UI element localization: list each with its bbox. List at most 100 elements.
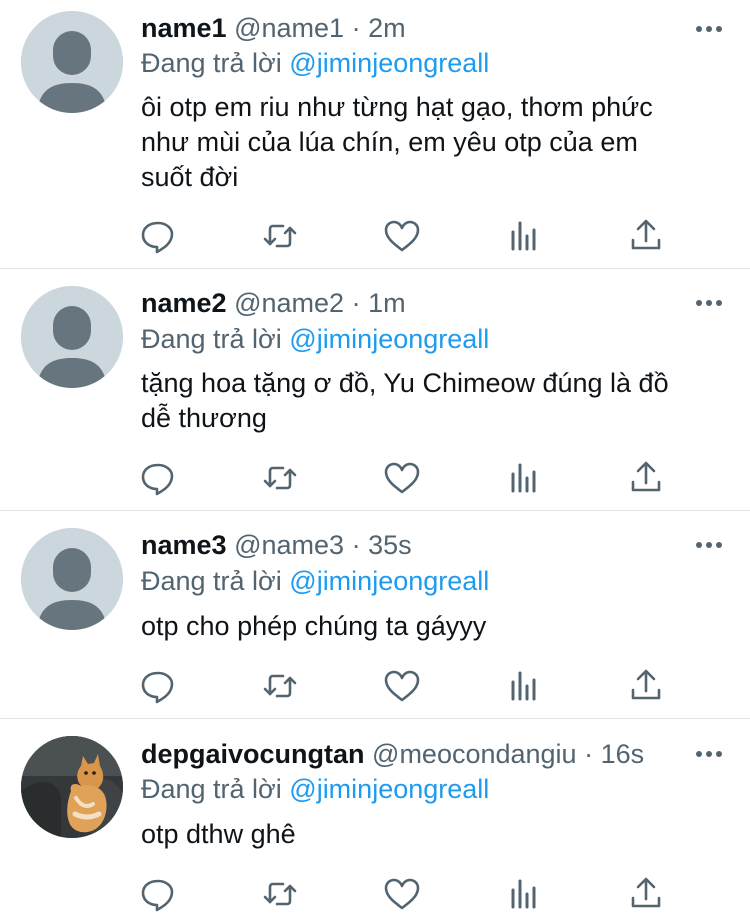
replying-to-handle[interactable]: @jiminjeongreall <box>289 48 489 78</box>
retweet-button[interactable] <box>260 874 300 914</box>
user-handle[interactable]: @meocondangiu <box>372 739 577 769</box>
separator-dot: · <box>351 288 361 318</box>
reply-icon <box>141 671 174 704</box>
replying-to: Đang trả lời @jiminjeongreall <box>141 44 489 82</box>
tweet-text-line: otp cho phép chúng ta gáyyy <box>141 611 487 641</box>
replying-to: Đang trả lời @jiminjeongreall <box>141 770 489 808</box>
timestamp[interactable]: 16s <box>601 739 645 769</box>
analytics-icon <box>511 671 536 701</box>
views-button[interactable] <box>504 666 544 706</box>
retweet-icon <box>263 882 297 906</box>
reply-icon <box>141 463 174 496</box>
avatar[interactable] <box>21 736 123 838</box>
share-icon <box>631 219 661 250</box>
reply-button[interactable] <box>138 666 178 706</box>
reply-button[interactable] <box>138 216 178 256</box>
tweet-header: name2 @name2 · 1m <box>141 283 406 323</box>
replying-to-handle[interactable]: @jiminjeongreall <box>289 774 489 804</box>
tweet-text: ôi otp em riu như từng hạt gạo, thơm phứ… <box>141 90 726 195</box>
retweet-button[interactable] <box>260 458 300 498</box>
tweet-text-line: suốt đời <box>141 162 239 192</box>
display-name[interactable]: name2 <box>141 288 227 318</box>
like-button[interactable] <box>382 458 422 498</box>
tweet-4[interactable]: depgaivocungtan @meocondangiu · 16s Đang… <box>0 719 750 918</box>
replying-to-label: Đang trả lời <box>141 48 282 78</box>
more-options-button[interactable] <box>694 535 724 555</box>
default-avatar-icon <box>21 286 123 388</box>
share-icon <box>631 877 661 908</box>
analytics-icon <box>511 463 536 493</box>
tweet-text-line: ôi otp em riu như từng hạt gạo, thơm phứ… <box>141 92 653 122</box>
more-options-button[interactable] <box>694 744 724 764</box>
cat-photo-avatar-icon <box>21 736 123 838</box>
tweet-2[interactable]: name2 @name2 · 1m Đang trả lời @jiminjeo… <box>0 269 750 510</box>
tweet-text-line: otp dthw ghê <box>141 819 296 849</box>
tweet-text: otp dthw ghê <box>141 817 726 852</box>
timestamp[interactable]: 1m <box>368 288 406 318</box>
views-button[interactable] <box>504 874 544 914</box>
views-button[interactable] <box>504 458 544 498</box>
default-avatar-icon <box>21 11 123 113</box>
tweet-header: depgaivocungtan @meocondangiu · 16s <box>141 734 644 774</box>
display-name[interactable]: name1 <box>141 13 227 43</box>
more-horizontal-icon <box>696 542 722 548</box>
more-horizontal-icon <box>696 300 722 306</box>
views-button[interactable] <box>504 216 544 256</box>
replying-to-label: Đang trả lời <box>141 324 282 354</box>
action-bar <box>0 216 750 256</box>
share-button[interactable] <box>626 666 666 706</box>
share-icon <box>631 669 661 700</box>
action-bar <box>0 458 750 498</box>
share-button[interactable] <box>626 458 666 498</box>
action-bar <box>0 874 750 914</box>
replying-to: Đang trả lời @jiminjeongreall <box>141 320 489 358</box>
replying-to: Đang trả lời @jiminjeongreall <box>141 562 489 600</box>
more-options-button[interactable] <box>694 293 724 313</box>
like-button[interactable] <box>382 666 422 706</box>
reply-icon <box>141 221 174 254</box>
display-name[interactable]: depgaivocungtan <box>141 739 365 769</box>
tweet-1[interactable]: name1 @name1 · 2m Đang trả lời @jiminjeo… <box>0 0 750 268</box>
user-handle[interactable]: @name3 <box>234 530 344 560</box>
tweet-text-line: dễ thương <box>141 403 267 433</box>
reply-icon <box>141 879 174 912</box>
tweet-text: tặng hoa tặng ơ đồ, Yu Chimeow đúng là đ… <box>141 366 726 436</box>
timestamp[interactable]: 35s <box>368 530 412 560</box>
more-horizontal-icon <box>696 751 722 757</box>
display-name[interactable]: name3 <box>141 530 227 560</box>
heart-icon <box>384 878 420 910</box>
analytics-icon <box>511 879 536 909</box>
replying-to-label: Đang trả lời <box>141 566 282 596</box>
separator-dot: · <box>351 530 361 560</box>
reply-button[interactable] <box>138 458 178 498</box>
avatar[interactable] <box>21 286 123 388</box>
timestamp[interactable]: 2m <box>368 13 406 43</box>
user-handle[interactable]: @name2 <box>234 288 344 318</box>
tweet-header: name1 @name1 · 2m <box>141 8 406 48</box>
share-button[interactable] <box>626 216 666 256</box>
heart-icon <box>384 670 420 702</box>
action-bar <box>0 666 750 706</box>
like-button[interactable] <box>382 874 422 914</box>
more-options-button[interactable] <box>694 19 724 39</box>
retweet-button[interactable] <box>260 216 300 256</box>
user-handle[interactable]: @name1 <box>234 13 344 43</box>
retweet-icon <box>263 674 297 698</box>
retweet-icon <box>263 466 297 490</box>
retweet-button[interactable] <box>260 666 300 706</box>
default-avatar-icon <box>21 528 123 630</box>
replying-to-handle[interactable]: @jiminjeongreall <box>289 566 489 596</box>
avatar[interactable] <box>21 528 123 630</box>
replying-to-handle[interactable]: @jiminjeongreall <box>289 324 489 354</box>
avatar[interactable] <box>21 11 123 113</box>
tweet-3[interactable]: name3 @name3 · 35s Đang trả lời @jiminje… <box>0 511 750 718</box>
heart-icon <box>384 220 420 252</box>
like-button[interactable] <box>382 216 422 256</box>
tweet-header: name3 @name3 · 35s <box>141 525 412 565</box>
share-button[interactable] <box>626 874 666 914</box>
reply-button[interactable] <box>138 874 178 914</box>
separator-dot: · <box>351 13 361 43</box>
tweet-text-line: như mùi của lúa chín, em yêu otp của em <box>141 127 638 157</box>
more-horizontal-icon <box>696 26 722 32</box>
tweet-text: otp cho phép chúng ta gáyyy <box>141 609 726 644</box>
